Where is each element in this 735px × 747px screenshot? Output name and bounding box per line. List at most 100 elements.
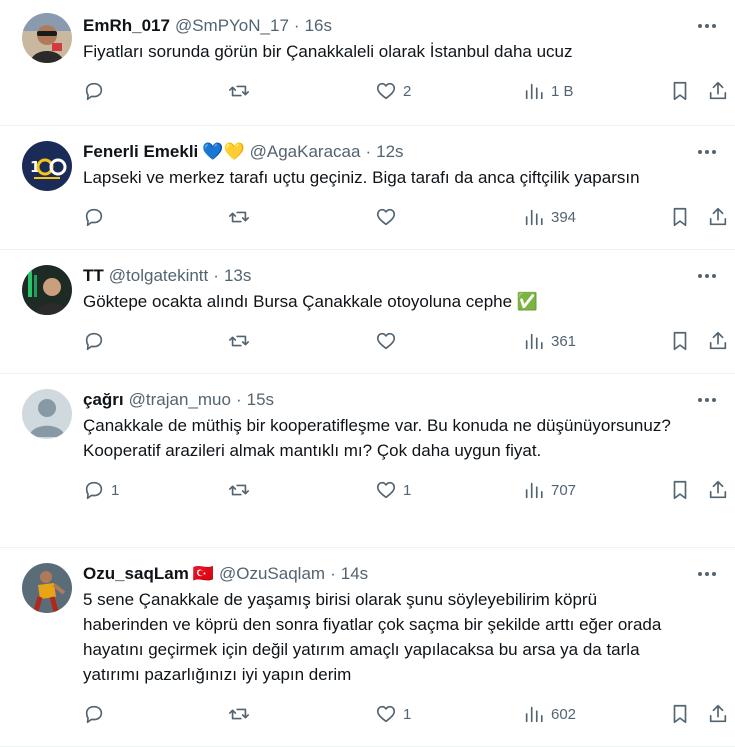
analytics-icon — [525, 482, 543, 499]
retweet-button[interactable] — [228, 330, 256, 352]
separator: · — [330, 564, 336, 583]
avatar[interactable] — [22, 563, 72, 613]
reply-button[interactable] — [83, 703, 111, 725]
more-options-icon[interactable] — [695, 563, 719, 585]
analytics-icon — [525, 706, 543, 723]
share-icon — [709, 480, 727, 499]
views-button[interactable]: 707 — [523, 479, 576, 501]
user-handle[interactable]: @SmPYoN_17 — [175, 16, 289, 36]
share-button[interactable] — [707, 479, 729, 501]
more-options-icon[interactable] — [695, 389, 719, 411]
like-count: 2 — [403, 82, 412, 100]
heart-icon — [376, 705, 396, 723]
reply-button[interactable]: 1 — [83, 479, 119, 501]
separator: · — [365, 142, 372, 161]
user-handle[interactable]: @OzuSaqlam — [219, 564, 325, 584]
avatar[interactable] — [22, 13, 72, 63]
view-count: 1 B — [551, 82, 574, 100]
share-button[interactable] — [707, 206, 729, 228]
separator: · — [293, 16, 300, 35]
user-handle[interactable]: @AgaKaracaa — [250, 142, 361, 162]
view-count: 707 — [551, 481, 577, 499]
share-button[interactable] — [707, 330, 729, 352]
like-button[interactable] — [375, 206, 403, 228]
tweet[interactable]: EmRh_017 @SmPYoN_17 · 16s Fiyatları soru… — [0, 0, 735, 126]
more-options-icon[interactable] — [695, 141, 719, 163]
tweet-text: Çanakkale de müthiş bir kooperatifleşme … — [83, 416, 671, 460]
display-name[interactable]: çağrı — [83, 390, 124, 410]
heart-icon — [376, 332, 396, 350]
like-button[interactable]: 1 — [375, 479, 411, 501]
retweet-button[interactable] — [228, 479, 256, 501]
like-count: 1 — [403, 481, 412, 499]
like-button[interactable]: 1 — [375, 703, 411, 725]
timestamp[interactable]: 15s — [247, 390, 274, 410]
reply-icon — [85, 332, 103, 351]
tweet[interactable]: Ozu_saqLam 🇹🇷 @OzuSaqlam · 14s 5 sene Ça… — [0, 548, 735, 747]
views-button[interactable]: 394 — [523, 206, 576, 228]
user-handle[interactable]: @tolgatekintt — [109, 266, 208, 286]
display-name[interactable]: Fenerli Emekli — [83, 142, 198, 162]
views-button[interactable]: 1 B — [523, 80, 574, 102]
flag-emoji: 🇹🇷 — [192, 564, 214, 583]
tweet-text: 5 sene Çanakkale de yaşamış birisi olara… — [83, 590, 662, 684]
view-count: 394 — [551, 208, 577, 226]
display-name[interactable]: EmRh_017 — [83, 16, 170, 36]
analytics-icon — [525, 209, 543, 226]
heart-icon — [376, 481, 396, 499]
reply-count: 1 — [111, 481, 120, 499]
retweet-button[interactable] — [228, 80, 256, 102]
reply-button[interactable] — [83, 80, 111, 102]
reply-icon — [85, 82, 103, 101]
user-handle[interactable]: @trajan_muo — [129, 390, 231, 410]
like-button[interactable]: 2 — [375, 80, 411, 102]
display-name[interactable]: Ozu_saqLam — [83, 564, 189, 584]
avatar[interactable] — [22, 389, 72, 439]
share-icon — [709, 704, 727, 723]
heart-icon — [376, 82, 396, 100]
tweet-header: TT @tolgatekintt · 13s — [83, 263, 719, 289]
reply-button[interactable] — [83, 206, 111, 228]
bookmark-button[interactable] — [669, 703, 691, 725]
tweet-text: Göktepe ocakta alındı Bursa Çanakkale ot… — [83, 292, 538, 311]
share-button[interactable] — [707, 80, 729, 102]
reply-button[interactable] — [83, 330, 111, 352]
share-icon — [709, 207, 727, 226]
heart-emojis: 💙💛 — [202, 142, 245, 161]
retweet-icon — [229, 708, 249, 720]
tweet-actions: 1 1 707 — [83, 467, 727, 517]
reply-icon — [85, 705, 103, 724]
bookmark-button[interactable] — [669, 479, 691, 501]
tweet-actions: 361 — [83, 318, 727, 368]
tweet[interactable]: TT @tolgatekintt · 13s Göktepe ocakta al… — [0, 250, 735, 374]
analytics-icon — [525, 83, 543, 100]
timestamp[interactable]: 16s — [305, 16, 332, 36]
timestamp[interactable]: 13s — [224, 266, 251, 286]
reply-icon — [85, 208, 103, 227]
retweet-button[interactable] — [228, 703, 256, 725]
like-button[interactable] — [375, 330, 403, 352]
retweet-button[interactable] — [228, 206, 256, 228]
tweet[interactable]: 1 Fenerli Emekli 💙💛 @AgaKaracaa · 12s La… — [0, 126, 735, 250]
bookmark-button[interactable] — [669, 206, 691, 228]
display-name[interactable]: TT — [83, 266, 104, 286]
tweet-header: Fenerli Emekli 💙💛 @AgaKaracaa · 12s — [83, 139, 719, 165]
share-button[interactable] — [707, 703, 729, 725]
avatar[interactable] — [22, 265, 72, 315]
tweet-header: Ozu_saqLam 🇹🇷 @OzuSaqlam · 14s — [83, 561, 719, 587]
more-options-icon[interactable] — [695, 265, 719, 287]
share-icon — [709, 331, 727, 350]
timestamp[interactable]: 14s — [341, 564, 368, 584]
share-icon — [709, 81, 727, 100]
tweet[interactable]: çağrı @trajan_muo · 15s Çanakkale de müt… — [0, 374, 735, 548]
bookmark-button[interactable] — [669, 330, 691, 352]
view-count: 602 — [551, 705, 577, 723]
views-button[interactable]: 361 — [523, 330, 576, 352]
more-options-icon[interactable] — [695, 15, 719, 37]
avatar[interactable]: 1 — [22, 141, 72, 191]
retweet-icon — [229, 211, 249, 223]
timestamp[interactable]: 12s — [376, 142, 403, 162]
views-button[interactable]: 602 — [523, 703, 576, 725]
bookmark-button[interactable] — [669, 80, 691, 102]
like-count: 1 — [403, 705, 412, 723]
